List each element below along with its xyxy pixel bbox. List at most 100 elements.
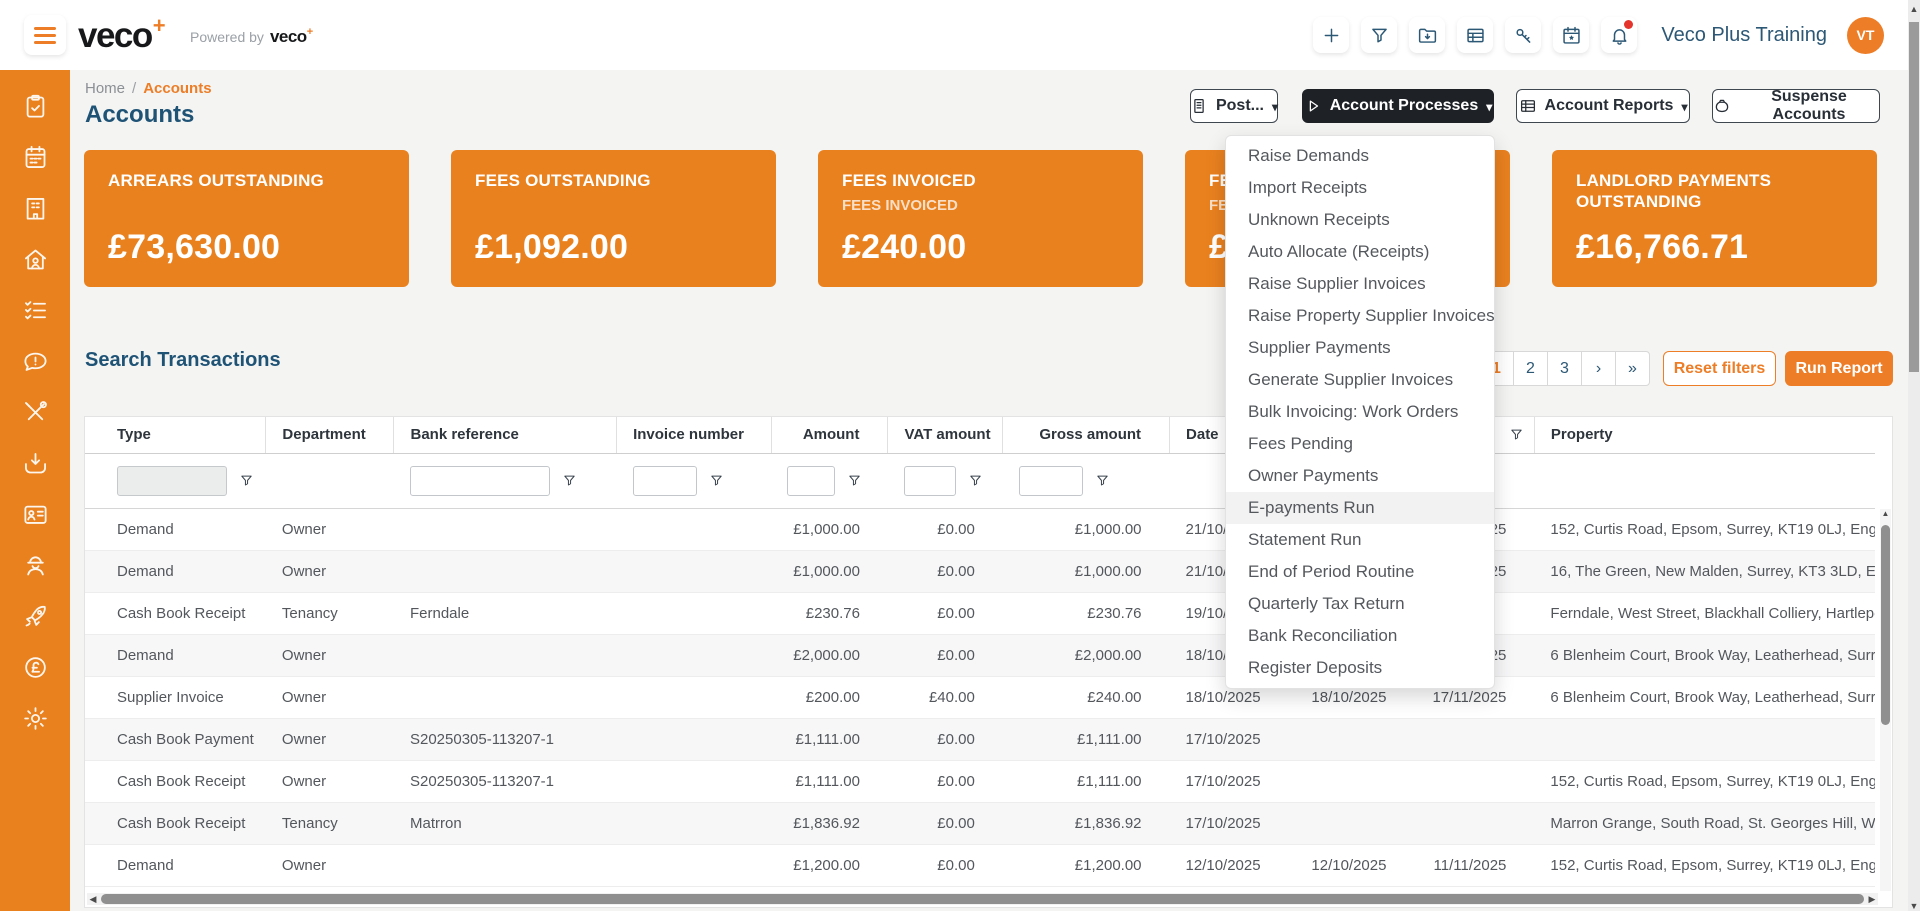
reset-filters-button[interactable]: Reset filters	[1663, 351, 1776, 386]
menu-item-raise-demands[interactable]: Raise Demands	[1226, 140, 1494, 172]
account-name[interactable]: Veco Plus Training	[1661, 24, 1827, 47]
sidebar-item-import[interactable]	[15, 451, 55, 481]
table-horizontal-scrollbar[interactable]: ◀ ▶	[87, 893, 1878, 905]
column-filter-icon[interactable]	[1509, 427, 1524, 442]
page-button-3[interactable]: 3	[1547, 351, 1582, 386]
table-row[interactable]: Demand Owner £1,000.00 £0.00 £1,000.00 21/10/…	[85, 508, 1875, 551]
column-filter-icon[interactable]	[239, 473, 254, 488]
sidebar-item-messages[interactable]	[15, 349, 55, 379]
table-row[interactable]: Cash Book Receipt Tenancy Matrron £1,836.92…	[85, 802, 1875, 845]
menu-item-import-receipts[interactable]: Import Receipts	[1226, 172, 1494, 204]
table-vertical-scrollbar[interactable]: ▲	[1880, 509, 1891, 891]
table-row[interactable]: Supplier Invoice Owner £200.00 £40.00 £240.0…	[85, 676, 1875, 719]
sidebar-item-contractors[interactable]	[15, 553, 55, 583]
sidebar-item-company[interactable]	[15, 196, 55, 226]
table-cell: £1,200.00	[1002, 844, 1170, 887]
page-nav-button[interactable]: »	[1615, 351, 1650, 386]
table-hscroll-thumb[interactable]	[101, 894, 1864, 904]
sidebar-item-maintenance[interactable]	[15, 400, 55, 430]
page-button-2[interactable]: 2	[1513, 351, 1548, 386]
page-vscroll-thumb[interactable]	[1909, 22, 1919, 372]
table-vscroll-thumb[interactable]	[1881, 525, 1890, 725]
column-header-type[interactable]: Type	[85, 417, 266, 454]
table-row[interactable]: Cash Book Receipt Owner S20250305-113207-1…	[85, 760, 1875, 803]
filter-icon[interactable]	[1361, 17, 1398, 53]
column-header-vat-amount[interactable]: VAT amount	[887, 417, 1003, 454]
table-row[interactable]: Cash Book Receipt Tenancy Ferndale £230.76 £…	[85, 592, 1875, 635]
calendar-icon[interactable]	[1553, 17, 1590, 53]
page-vertical-scrollbar[interactable]: ▲ ▼	[1908, 0, 1920, 911]
menu-item-raise-supplier-invoices[interactable]: Raise Supplier Invoices	[1226, 268, 1494, 300]
menu-item-generate-supplier-invoices[interactable]: Generate Supplier Invoices	[1226, 364, 1494, 396]
menu-item-bank-reconciliation[interactable]: Bank Reconciliation	[1226, 620, 1494, 652]
menu-item-quarterly-tax-return[interactable]: Quarterly Tax Return	[1226, 588, 1494, 620]
avatar[interactable]: VT	[1847, 16, 1884, 54]
page-scroll-down-icon[interactable]: ▼	[1908, 897, 1920, 911]
menu-item-end-of-period-routine[interactable]: End of Period Routine	[1226, 556, 1494, 588]
table-row[interactable]: Demand Owner £1,200.00 £0.00 £1,200.00 12/10/…	[85, 844, 1875, 887]
column-filter-icon[interactable]	[562, 473, 577, 488]
column-filter-icon[interactable]	[709, 473, 724, 488]
sidebar-item-settings[interactable]	[15, 706, 55, 736]
table-view-icon[interactable]	[1457, 17, 1494, 53]
table-row[interactable]: Demand Owner £1,000.00 £0.00 £1,000.00 21/10/…	[85, 550, 1875, 593]
menu-item-supplier-payments[interactable]: Supplier Payments	[1226, 332, 1494, 364]
scroll-up-icon[interactable]: ▲	[1880, 509, 1891, 521]
table-cell: £0.00	[887, 844, 1003, 887]
post-button[interactable]: Post... ▾	[1190, 89, 1278, 123]
sidebar-item-contacts[interactable]	[15, 502, 55, 532]
button-label: Suspense Accounts	[1771, 88, 1847, 123]
menu-item-unknown-receipts[interactable]: Unknown Receipts	[1226, 204, 1494, 236]
column-header-gross-amount[interactable]: Gross amount	[1002, 417, 1170, 454]
page-scroll-up-icon[interactable]: ▲	[1908, 0, 1920, 14]
menu-item-owner-payments[interactable]: Owner Payments	[1226, 460, 1494, 492]
sidebar-item-checklist[interactable]	[15, 298, 55, 328]
menu-item-register-deposits[interactable]: Register Deposits	[1226, 652, 1494, 684]
menu-item-statement-run[interactable]: Statement Run	[1226, 524, 1494, 556]
table-cell: Owner	[265, 634, 394, 677]
column-filter-icon[interactable]	[847, 473, 862, 488]
menu-item-e-payments-run[interactable]: E-payments Run	[1226, 492, 1494, 524]
sidebar-item-calendar[interactable]	[15, 145, 55, 175]
menu-item-auto-allocate-receipts[interactable]: Auto Allocate (Receipts)	[1226, 236, 1494, 268]
menu-item-raise-property-supplier-invoices[interactable]: Raise Property Supplier Invoices	[1226, 300, 1495, 332]
column-filter-input[interactable]	[903, 465, 956, 496]
column-filter-input[interactable]	[632, 465, 697, 496]
type-filter-select[interactable]	[117, 465, 227, 496]
menu-item-bulk-invoicing-work-orders[interactable]: Bulk Invoicing: Work Orders	[1226, 396, 1494, 428]
breadcrumb-home[interactable]: Home	[85, 80, 125, 97]
table-cell: £0.00	[887, 508, 1003, 551]
menu-toggle-button[interactable]	[24, 15, 66, 55]
notifications-bell-icon[interactable]	[1601, 17, 1638, 53]
page-nav-button[interactable]: ›	[1581, 351, 1616, 386]
column-header-property[interactable]: Property	[1533, 417, 1875, 454]
sidebar-item-tasks[interactable]	[15, 94, 55, 124]
sidebar-item-accounts[interactable]	[15, 655, 55, 685]
table-row[interactable]: Cash Book Payment Owner S20250305-113207-1…	[85, 718, 1875, 761]
column-header-department[interactable]: Department	[265, 417, 394, 454]
column-filter-input[interactable]	[1018, 465, 1083, 496]
add-icon[interactable]	[1313, 17, 1350, 53]
run-report-button[interactable]: Run Report	[1785, 351, 1893, 386]
table-cell: 16, The Green, New Malden, Surrey, KT3 3…	[1534, 550, 1875, 593]
table-cell: £1,200.00	[771, 844, 888, 887]
account-processes-button[interactable]: Account Processes ▾	[1302, 89, 1494, 123]
column-header-invoice-number[interactable]: Invoice number	[616, 417, 772, 454]
suspense-accounts-button[interactable]: Suspense Accounts	[1712, 88, 1880, 123]
column-header-amount[interactable]: Amount	[770, 417, 888, 454]
account-reports-button[interactable]: Account Reports ▾	[1516, 89, 1690, 123]
sidebar-item-marketing[interactable]	[15, 604, 55, 634]
key-icon[interactable]	[1505, 17, 1542, 53]
table-cell: Owner	[265, 550, 394, 593]
column-header-bank-reference[interactable]: Bank reference	[393, 417, 617, 454]
sidebar-item-property[interactable]	[15, 247, 55, 277]
column-filter-icon[interactable]	[968, 473, 983, 488]
scroll-left-icon[interactable]: ◀	[87, 894, 99, 905]
column-filter-icon[interactable]	[1095, 473, 1110, 488]
menu-item-fees-pending[interactable]: Fees Pending	[1226, 428, 1494, 460]
column-filter-input[interactable]	[409, 465, 550, 496]
folder-add-icon[interactable]	[1409, 17, 1446, 53]
column-filter-input[interactable]	[787, 465, 836, 496]
table-row[interactable]: Demand Owner £2,000.00 £0.00 £2,000.00 18/10/…	[85, 634, 1875, 677]
scroll-right-icon[interactable]: ▶	[1866, 894, 1878, 905]
